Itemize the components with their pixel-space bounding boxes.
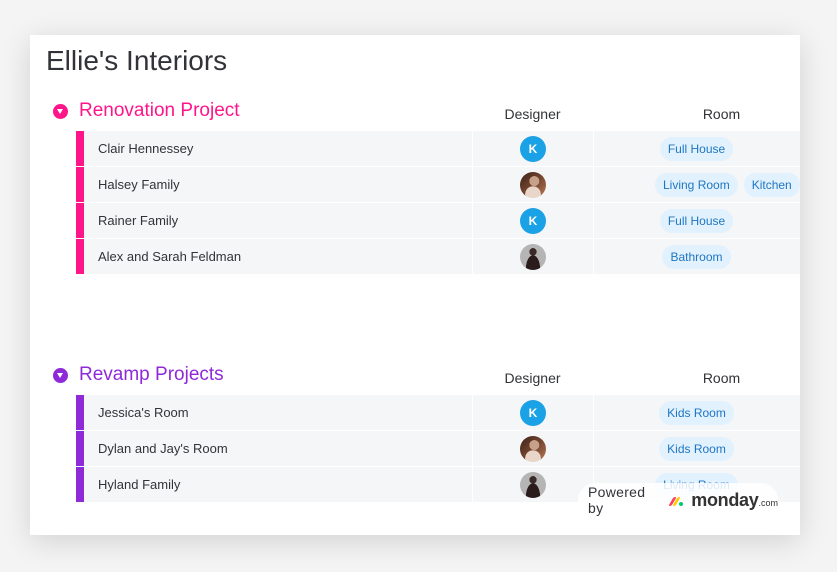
room-cell[interactable]: Bathroom [593,239,800,274]
column-header-room[interactable]: Room [593,106,800,122]
item-name[interactable]: Clair Hennessey [98,141,193,156]
table-row[interactable]: Rainer Family K Full House [76,203,800,238]
table-row[interactable]: Clair Hennessey K Full House [76,131,800,166]
monday-wordmark: monday.com [691,489,778,510]
avatar-photo[interactable] [520,244,546,270]
item-name[interactable]: Alex and Sarah Feldman [98,249,241,264]
monday-logo-icon [668,494,684,506]
designer-cell[interactable] [472,431,594,466]
room-cell[interactable]: Full House [593,131,800,166]
item-name[interactable]: Rainer Family [98,213,178,228]
table-row[interactable]: Halsey Family Living Room Kitchen [76,167,800,202]
board-card: Ellie's Interiors Renovation Project Des… [30,35,800,535]
item-name[interactable]: Halsey Family [98,177,180,192]
room-tag[interactable]: Living Room [655,172,738,197]
group-revamp-projects: Revamp Projects Designer Room Jessica's … [30,355,800,503]
avatar-photo[interactable] [520,472,546,498]
board-title: Ellie's Interiors [46,45,228,76]
group-renovation-project: Renovation Project Designer Room Clair H… [30,91,800,275]
group-color-bar [76,131,84,166]
group-color-bar [76,203,84,238]
avatar[interactable]: K [520,400,546,426]
group-color-bar [76,167,84,202]
powered-by-badge[interactable]: Powered by monday.com [578,483,778,517]
room-tag[interactable]: Kitchen [743,172,800,197]
room-cell[interactable]: Living Room Kitchen [593,167,800,202]
room-tag[interactable]: Bathroom [662,244,731,269]
group-header: Renovation Project Designer Room [30,91,800,131]
designer-cell[interactable]: K [472,203,594,238]
room-cell[interactable]: Kids Room [593,431,800,466]
item-name[interactable]: Hyland Family [98,477,180,492]
collapse-group-icon[interactable] [53,368,68,383]
room-cell[interactable]: Full House [593,203,800,238]
avatar-photo[interactable] [520,436,546,462]
group-header: Revamp Projects Designer Room [30,355,800,395]
group-color-bar [76,467,84,502]
table-row[interactable]: Jessica's Room K Kids Room [76,395,800,430]
room-tag[interactable]: Full House [659,208,734,233]
designer-cell[interactable]: K [472,131,594,166]
room-tag[interactable]: Kids Room [659,400,734,425]
room-tag[interactable]: Full House [659,136,734,161]
designer-cell[interactable]: K [472,395,594,430]
room-tag[interactable]: Kids Room [659,436,734,461]
column-header-room[interactable]: Room [593,370,800,386]
table-row[interactable]: Alex and Sarah Feldman Bathroom [76,239,800,274]
designer-cell[interactable] [472,467,594,502]
designer-cell[interactable] [472,239,594,274]
avatar[interactable]: K [520,208,546,234]
group-title[interactable]: Renovation Project [79,100,240,122]
avatar[interactable]: K [520,136,546,162]
group-color-bar [76,431,84,466]
item-name[interactable]: Jessica's Room [98,405,189,420]
column-header-designer[interactable]: Designer [472,370,593,386]
powered-by-text: Powered by [588,484,646,516]
group-color-bar [76,239,84,274]
group-color-bar [76,395,84,430]
table-row[interactable]: Dylan and Jay's Room Kids Room [76,431,800,466]
column-header-designer[interactable]: Designer [472,106,593,122]
designer-cell[interactable] [472,167,594,202]
room-cell[interactable]: Kids Room [593,395,800,430]
collapse-group-icon[interactable] [53,104,68,119]
avatar-photo[interactable] [520,172,546,198]
item-name[interactable]: Dylan and Jay's Room [98,441,228,456]
group-title[interactable]: Revamp Projects [79,364,224,386]
